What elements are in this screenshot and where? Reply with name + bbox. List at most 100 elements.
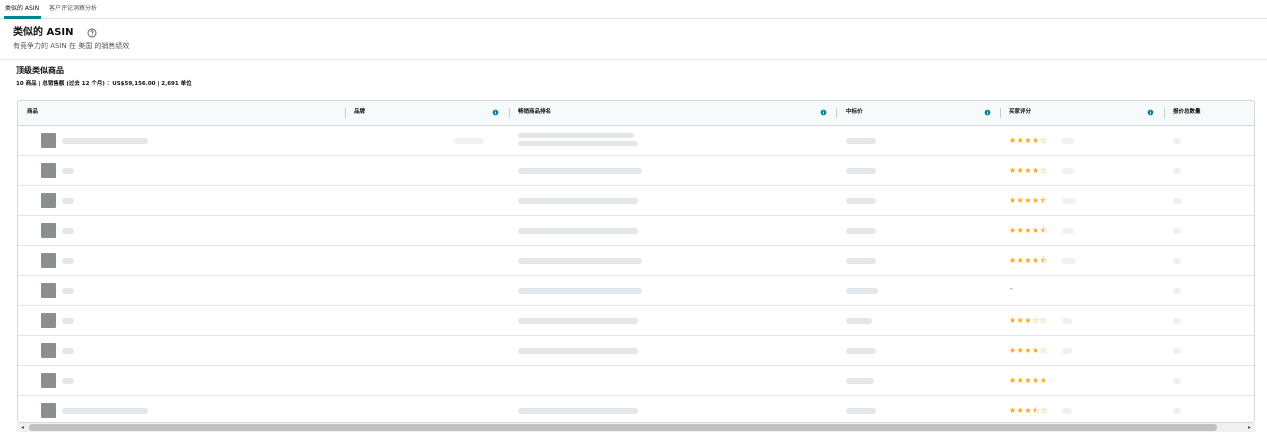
section-divider <box>0 59 1267 60</box>
product-title-placeholder[interactable] <box>62 348 74 354</box>
top-products-title: 顶级类似商品 <box>16 66 64 75</box>
product-image-icon[interactable] <box>41 253 56 268</box>
tab-similar-asin[interactable]: 类似的 ASIN <box>5 5 39 13</box>
product-title-placeholder[interactable] <box>62 168 74 174</box>
table-row[interactable]: ★★★⯪☆ <box>18 396 1254 422</box>
bsr-placeholder <box>518 228 638 234</box>
table-row[interactable]: ★★★☆☆ <box>18 306 1254 336</box>
bsr-placeholder <box>518 198 638 204</box>
rating-stars: ★★★★⯪ <box>1009 226 1048 235</box>
offer-count-placeholder <box>1173 288 1181 294</box>
scroll-right-icon[interactable]: ▸ <box>1245 423 1254 432</box>
product-title-placeholder[interactable] <box>62 408 148 414</box>
table-row[interactable]: ★★★★☆ <box>18 156 1254 186</box>
bsr-placeholder <box>518 141 638 146</box>
product-image-icon[interactable] <box>41 163 56 178</box>
column-divider[interactable] <box>509 108 510 118</box>
bsr-placeholder <box>518 258 642 264</box>
column-divider[interactable] <box>1000 108 1001 118</box>
price-placeholder <box>846 138 876 144</box>
column-header-offer-count[interactable]: 报价总数量 <box>1173 109 1201 116</box>
rating-stars: ★★★☆☆ <box>1009 316 1048 325</box>
page-subtitle: 有竞争力的 ASIN 在 美国 的销售绩效 <box>13 42 130 50</box>
rating-stars: ★★★★☆ <box>1009 346 1048 355</box>
column-header-bsr[interactable]: 畅销商品排名 <box>518 109 551 116</box>
table-row[interactable]: - <box>18 276 1254 306</box>
rating-stars: ★★★★☆ <box>1009 166 1048 175</box>
table-row[interactable]: ★★★★⯪ <box>18 216 1254 246</box>
offer-count-placeholder <box>1173 378 1181 384</box>
info-icon[interactable] <box>1147 109 1154 116</box>
product-title-placeholder[interactable] <box>62 378 74 384</box>
page-title: 类似的 ASIN <box>13 27 74 38</box>
rating-stars: ★★★★★ <box>1009 376 1048 385</box>
rating-count-placeholder <box>1062 258 1076 264</box>
horizontal-scrollbar[interactable]: ◂ ▸ <box>17 423 1255 432</box>
price-placeholder <box>846 408 876 414</box>
table-row[interactable]: ★★★★⯪ <box>18 246 1254 276</box>
price-placeholder <box>846 228 876 234</box>
offer-count-placeholder <box>1173 258 1181 264</box>
table-row[interactable]: ★★★★★ <box>18 366 1254 396</box>
column-header-brand[interactable]: 品牌 <box>354 109 365 116</box>
table-row[interactable]: ★★★★⯪ <box>18 186 1254 216</box>
product-image-icon[interactable] <box>41 193 56 208</box>
product-image-icon[interactable] <box>41 343 56 358</box>
product-image-icon[interactable] <box>41 283 56 298</box>
product-image-icon[interactable] <box>41 223 56 238</box>
table-row[interactable]: ★★★★☆ <box>18 336 1254 366</box>
column-divider[interactable] <box>1164 108 1165 118</box>
tab-bar: 类似的 ASIN 客户评论洞察分析 <box>0 0 1267 19</box>
product-image-icon[interactable] <box>41 313 56 328</box>
offer-count-placeholder <box>1173 318 1181 324</box>
rating-count-placeholder <box>1062 138 1074 144</box>
product-title-placeholder[interactable] <box>62 228 74 234</box>
scroll-left-icon[interactable]: ◂ <box>18 423 27 432</box>
price-placeholder <box>846 198 876 204</box>
table-row[interactable]: ★★★★☆ <box>18 126 1254 156</box>
product-title-placeholder[interactable] <box>62 258 74 264</box>
column-divider[interactable] <box>836 108 837 118</box>
product-title-placeholder[interactable] <box>62 198 74 204</box>
offer-count-placeholder <box>1173 228 1181 234</box>
bsr-placeholder <box>518 168 642 174</box>
product-title-placeholder[interactable] <box>62 318 74 324</box>
offer-count-placeholder <box>1173 198 1182 204</box>
price-placeholder <box>846 168 876 174</box>
offer-count-placeholder <box>1173 348 1181 354</box>
active-tab-indicator <box>4 16 41 19</box>
tab-review-insights[interactable]: 客户评论洞察分析 <box>49 5 97 13</box>
column-header-product[interactable]: 商品 <box>27 109 38 116</box>
column-header-bid-price[interactable]: 中标价 <box>846 109 863 116</box>
product-image-icon[interactable] <box>41 133 56 148</box>
offer-count-placeholder <box>1173 408 1181 414</box>
question-circle-icon[interactable] <box>87 28 97 38</box>
rating-count-placeholder <box>1062 168 1074 174</box>
rating-count-placeholder <box>1062 228 1074 234</box>
column-header-rating[interactable]: 买家评分 <box>1009 109 1031 116</box>
info-icon[interactable] <box>492 109 499 116</box>
price-placeholder <box>846 348 876 354</box>
offer-count-placeholder <box>1173 138 1181 144</box>
info-icon[interactable] <box>984 109 991 116</box>
column-divider[interactable] <box>345 108 346 118</box>
rating-count-placeholder <box>1062 408 1072 414</box>
product-image-icon[interactable] <box>41 403 56 418</box>
rating-count-placeholder <box>1062 318 1072 324</box>
price-placeholder <box>846 378 874 384</box>
table-header: 商品 品牌 畅销商品排名 中标价 买家评分 报价总数量 <box>18 101 1254 126</box>
similar-products-table: 商品 品牌 畅销商品排名 中标价 买家评分 报价总数量 ★★★★☆ ★★★★☆ <box>17 100 1255 423</box>
bsr-placeholder <box>518 288 642 294</box>
product-title-placeholder[interactable] <box>62 138 148 144</box>
rating-stars: ★★★⯪☆ <box>1009 406 1048 415</box>
scrollbar-thumb[interactable] <box>29 424 1217 431</box>
product-title-placeholder[interactable] <box>62 288 74 294</box>
bsr-placeholder <box>518 133 634 138</box>
rating-empty: - <box>1010 284 1013 293</box>
rating-count-placeholder <box>1062 348 1072 354</box>
product-image-icon[interactable] <box>41 373 56 388</box>
rating-stars: ★★★★⯪ <box>1009 196 1048 205</box>
info-icon[interactable] <box>820 109 827 116</box>
price-placeholder <box>846 318 872 324</box>
brand-placeholder <box>454 138 484 144</box>
